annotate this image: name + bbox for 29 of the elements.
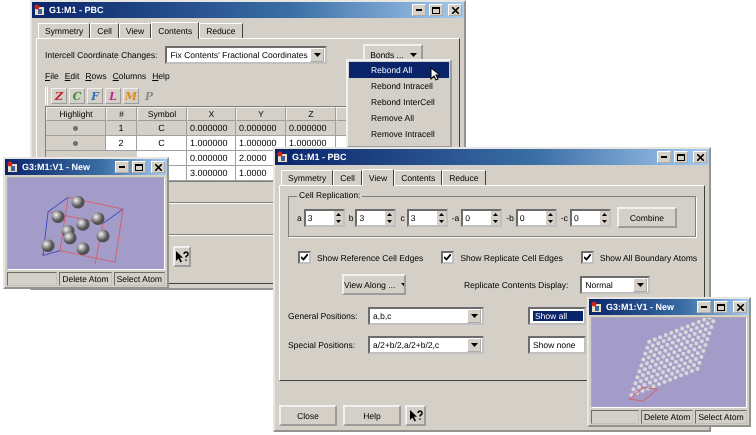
window-title: G3:M1:V1 - New [22,162,92,172]
field-label: Special Positions: [288,340,356,350]
field-label: Intercell Coordinate Changes: [45,50,158,60]
field-label: Replicate Contents Display: [464,280,568,290]
table-cell: 3.000000 [187,166,236,181]
checkbox-label: Show Replicate Cell Edges [460,252,563,262]
field-label: General Positions: [288,311,358,321]
spinner-label: -a [452,212,460,222]
table-cell: 1.000000 [187,136,236,151]
spinner-label: a [297,212,302,222]
checkbox-label: Show Reference Cell Edges [317,252,424,262]
table-cell: C [137,121,187,136]
table-cell: C [137,136,187,151]
spinner-label: b [348,212,354,222]
window-title: G1:M1 - PBC [49,5,105,15]
table-cell: 0.000000 [236,121,286,136]
window-title: G3:M1:V1 - New [606,302,676,312]
checkbox-label: Show All Boundary Atoms [600,252,698,262]
table-cell: 0.000000 [187,121,236,136]
table-cell: 1.000000 [236,136,286,151]
window-title: G1:M1 - PBC [292,152,348,162]
table-cell: 2 [106,136,137,151]
spinner-label: -b [506,212,514,222]
table-cell: 0.000000 [286,121,336,136]
spinner-label: -c [560,212,568,222]
spinner-label: c [400,212,405,222]
table-cell: 0.000000 [187,151,236,166]
table-cell: 1 [106,121,137,136]
group-label: Cell Replication: [297,190,362,200]
